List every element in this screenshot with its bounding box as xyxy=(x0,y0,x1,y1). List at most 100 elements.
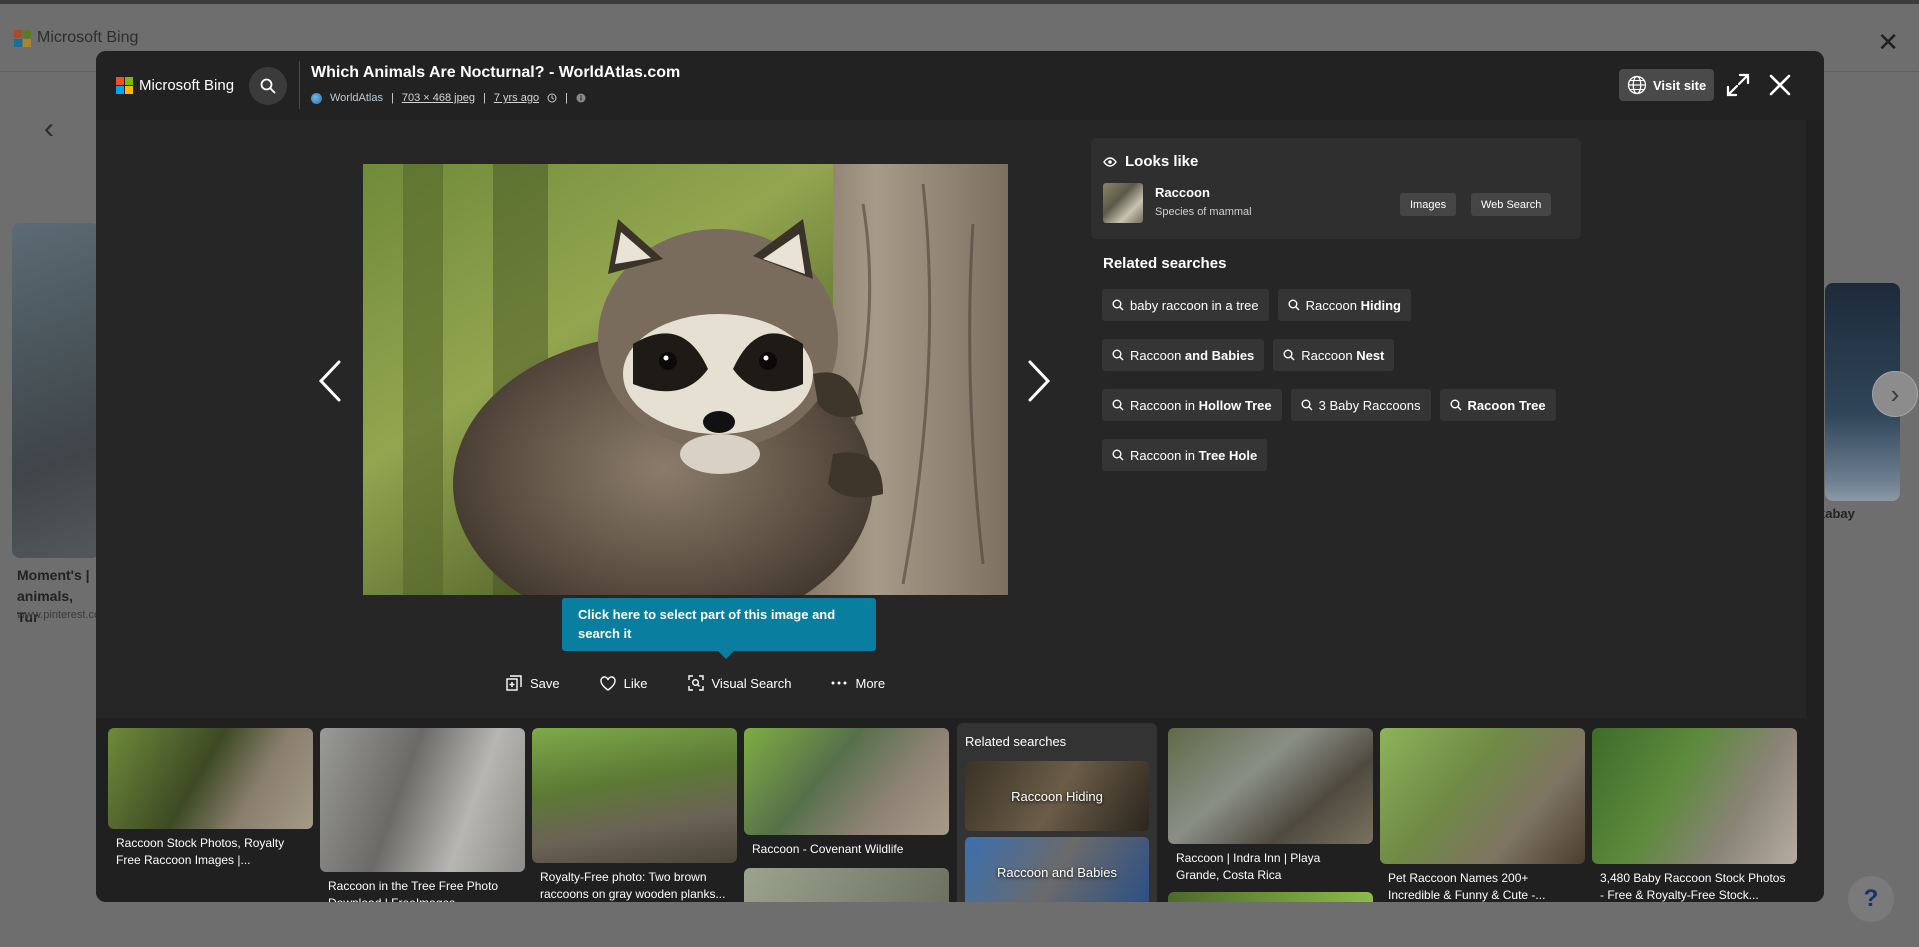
web-search-button[interactable]: Web Search xyxy=(1471,193,1552,216)
chip-text: 3 Baby Raccoons xyxy=(1318,397,1421,413)
globe-icon xyxy=(1627,75,1647,95)
expand-icon[interactable] xyxy=(1724,71,1752,99)
related-search-chip[interactable]: 3 Baby Raccoons xyxy=(1290,389,1431,421)
related-image-caption[interactable]: Pet Raccoon Names 200+ Incredible & Funn… xyxy=(1380,870,1585,902)
like-button[interactable]: Like xyxy=(590,671,658,695)
visit-site-button[interactable]: Visit site xyxy=(1619,69,1715,101)
related-image-caption[interactable]: 3,480 Baby Raccoon Stock Photos - Free &… xyxy=(1592,870,1797,902)
help-button[interactable]: ? xyxy=(1848,876,1894,922)
info-icon[interactable] xyxy=(576,93,586,103)
related-image-tile[interactable]: Raccoon - Covenant Wildlife xyxy=(744,728,949,902)
back-arrow-icon[interactable]: ‹ xyxy=(44,112,54,146)
search-icon xyxy=(1301,399,1313,411)
related-image-tile[interactable]: Raccoon Stock Photos, Royalty Free Racco… xyxy=(108,728,313,869)
looks-like-title: Looks like xyxy=(1125,153,1199,170)
next-image-icon[interactable] xyxy=(1024,356,1054,406)
search-icon xyxy=(1112,449,1124,461)
search-icon xyxy=(1450,399,1462,411)
history-icon xyxy=(547,93,557,103)
chip-text-bold: Hiding xyxy=(1360,297,1401,313)
related-image[interactable] xyxy=(744,868,949,902)
viewer-header: Microsoft Bing Which Animals Are Nocturn… xyxy=(96,51,1824,120)
image-age[interactable]: 7 yrs ago xyxy=(494,92,539,104)
related-searches-heading: Related searches xyxy=(1103,255,1227,272)
related-search-chip[interactable]: Raccoon Hiding xyxy=(1277,289,1411,321)
related-search-chip[interactable]: Raccoon in Tree Hole xyxy=(1102,439,1268,471)
meta-separator: | xyxy=(482,92,486,104)
related-image-tile[interactable]: Raccoon | Indra Inn | Playa Grande, Cost… xyxy=(1168,728,1373,902)
visual-search-label: Visual Search xyxy=(711,675,792,691)
related-search-chip[interactable]: Racoon Tree xyxy=(1439,389,1556,421)
save-label: Save xyxy=(530,675,560,691)
related-image-caption[interactable]: Raccoon in the Tree Free Photo Download … xyxy=(320,878,525,902)
image-viewer-modal: Microsoft Bing Which Animals Are Nocturn… xyxy=(96,51,1824,902)
related-image[interactable] xyxy=(320,728,525,872)
chip-text-bold: Tree Hole xyxy=(1198,447,1258,463)
site-favicon-icon xyxy=(311,92,322,104)
chip-text-bold: Nest xyxy=(1356,347,1385,363)
chip-text-bold: Hollow Tree xyxy=(1198,397,1272,413)
related-search-chip[interactable]: baby raccoon in a tree xyxy=(1102,289,1269,321)
entity-description: Species of mammal xyxy=(1155,206,1252,218)
like-label: Like xyxy=(623,675,648,691)
related-search-chip[interactable]: Raccoon Nest xyxy=(1273,339,1395,371)
related-image-caption[interactable]: Raccoon Stock Photos, Royalty Free Racco… xyxy=(108,835,313,869)
related-image[interactable] xyxy=(744,728,949,835)
close-icon[interactable]: ✕ xyxy=(1877,29,1899,55)
close-icon[interactable] xyxy=(1765,70,1795,100)
related-image-caption[interactable]: Raccoon - Covenant Wildlife xyxy=(744,841,949,858)
source-link[interactable]: WorldAtlas xyxy=(330,92,383,104)
entity-thumbnail[interactable] xyxy=(1103,183,1143,223)
bing-logo-text: Microsoft Bing xyxy=(139,77,235,94)
background-result-image[interactable] xyxy=(12,223,100,558)
related-search-card[interactable]: Raccoon Hiding xyxy=(965,761,1149,831)
related-image-tile[interactable]: Raccoon in the Tree Free Photo Download … xyxy=(320,728,525,902)
search-button[interactable] xyxy=(249,67,287,105)
related-images-strip: Raccoon Stock Photos, Royalty Free Racco… xyxy=(96,718,1824,902)
previous-image-icon[interactable] xyxy=(315,356,345,406)
chip-text: Raccoon xyxy=(1130,347,1185,363)
related-image-caption[interactable]: Royalty-Free photo: Two brown raccoons o… xyxy=(532,869,737,902)
chip-text: Raccoon xyxy=(1305,297,1361,313)
tooltip-arrow xyxy=(718,651,734,659)
background-result-source: www.pinterest.co xyxy=(17,609,101,621)
related-search-card[interactable]: Raccoon and Babies xyxy=(965,837,1149,902)
related-search-chip[interactable]: Raccoon in Hollow Tree xyxy=(1102,389,1282,421)
chip-text: Raccoon in xyxy=(1130,397,1199,413)
related-image[interactable] xyxy=(1168,728,1373,844)
related-image[interactable] xyxy=(1592,728,1797,864)
entity-name[interactable]: Raccoon xyxy=(1155,185,1210,200)
image-actions: Save Like Visual Search More xyxy=(496,671,895,695)
chevron-right-icon[interactable]: › xyxy=(1872,371,1918,417)
main-image[interactable] xyxy=(363,164,1008,595)
related-image-tile[interactable]: Royalty-Free photo: Two brown raccoons o… xyxy=(532,728,737,902)
eye-icon xyxy=(1103,156,1117,167)
bing-logo[interactable]: Microsoft Bing xyxy=(116,77,234,94)
related-searches-list: baby raccoon in a tree Raccoon Hiding Ra… xyxy=(1102,289,1592,471)
related-image-tile[interactable]: Pet Raccoon Names 200+ Incredible & Funn… xyxy=(1380,728,1585,902)
image-dimensions[interactable]: 703 × 468 jpeg xyxy=(402,92,475,104)
related-image-tile[interactable]: 3,480 Baby Raccoon Stock Photos - Free &… xyxy=(1592,728,1797,902)
related-image[interactable] xyxy=(1168,892,1373,902)
chip-text: Raccoon in xyxy=(1130,447,1199,463)
images-button[interactable]: Images xyxy=(1400,193,1457,216)
visual-search-tooltip[interactable]: Click here to select part of this image … xyxy=(562,598,876,651)
header-divider xyxy=(299,61,300,109)
looks-like-panel: Looks like Raccoon Species of mammal Ima… xyxy=(1091,138,1581,239)
save-icon xyxy=(506,675,522,691)
search-icon xyxy=(1112,399,1124,411)
bing-logo[interactable]: Microsoft Bing xyxy=(14,29,138,47)
related-image[interactable] xyxy=(532,728,737,863)
related-image-caption[interactable]: Raccoon | Indra Inn | Playa Grande, Cost… xyxy=(1168,850,1373,884)
visual-search-button[interactable]: Visual Search xyxy=(678,671,802,695)
save-button[interactable]: Save xyxy=(496,671,570,695)
chip-text-bold: and Babies xyxy=(1184,347,1255,363)
page-title[interactable]: Which Animals Are Nocturnal? - WorldAtla… xyxy=(311,64,680,82)
related-image[interactable] xyxy=(1380,728,1585,864)
more-button[interactable]: More xyxy=(821,671,895,695)
search-icon xyxy=(1288,299,1300,311)
related-image[interactable] xyxy=(108,728,313,829)
search-icon xyxy=(1112,299,1124,311)
related-search-chip[interactable]: Raccoon and Babies xyxy=(1102,339,1265,371)
search-icon xyxy=(1283,349,1295,361)
